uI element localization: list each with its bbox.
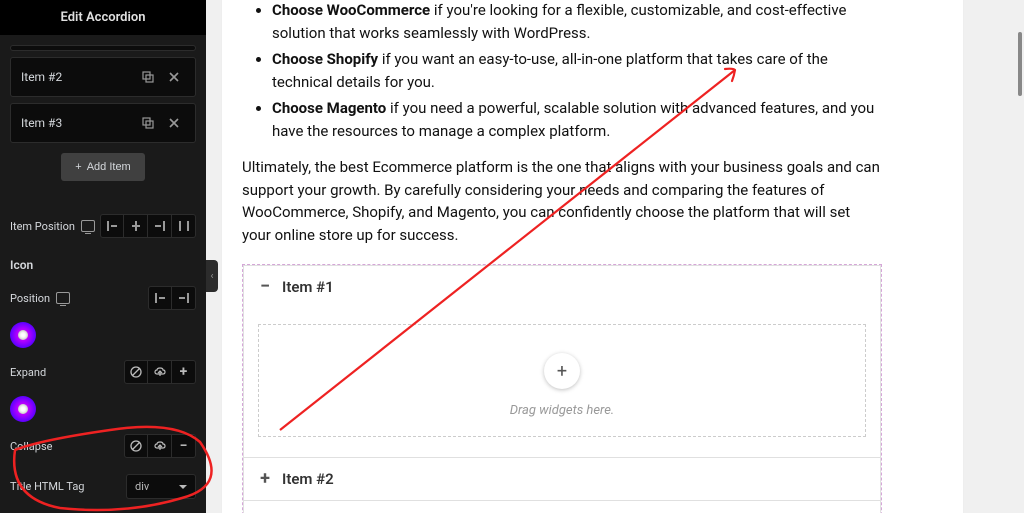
accordion-header[interactable]: + Item #3 bbox=[244, 501, 880, 513]
accordion-content: + Drag widgets here. bbox=[244, 308, 880, 457]
align-stretch-button[interactable] bbox=[172, 214, 196, 238]
item-row[interactable]: Item #2 bbox=[10, 57, 196, 97]
collapse-icon-control: Collapse − bbox=[0, 426, 206, 466]
item-position-label: Item Position bbox=[10, 220, 75, 233]
duplicate-icon[interactable] bbox=[137, 112, 159, 134]
item-row[interactable]: Item #3 bbox=[10, 103, 196, 143]
close-icon[interactable] bbox=[163, 66, 185, 88]
position-label: Position bbox=[10, 292, 50, 305]
accordion-title: Item #1 bbox=[282, 278, 334, 296]
list-item: Choose WooCommerce if you're looking for… bbox=[272, 0, 882, 44]
accordion-item: − Item #1 + Drag widgets here. bbox=[243, 265, 881, 457]
item-position-control: Item Position bbox=[0, 206, 206, 246]
plus-icon: + bbox=[75, 161, 81, 173]
article-content: Choose WooCommerce if you're looking for… bbox=[242, 0, 882, 246]
title-tag-select[interactable]: div bbox=[126, 474, 196, 499]
none-icon-button[interactable] bbox=[124, 360, 148, 384]
minus-icon: − bbox=[258, 278, 272, 296]
preview-area: Choose WooCommerce if you're looking for… bbox=[206, 0, 1024, 513]
item-label: Item #3 bbox=[21, 116, 62, 130]
accordion-header[interactable]: + Item #2 bbox=[244, 458, 880, 500]
title-tag-value: div bbox=[135, 480, 149, 493]
none-icon-button[interactable] bbox=[124, 434, 148, 458]
scrollbar-thumb[interactable] bbox=[1018, 32, 1022, 96]
accordion-widget[interactable]: − Item #1 + Drag widgets here. + Item #2 bbox=[242, 264, 882, 513]
icon-picker-collapse[interactable] bbox=[10, 396, 36, 422]
position-left-button[interactable] bbox=[148, 286, 172, 310]
icon-picker-expand[interactable] bbox=[10, 322, 36, 348]
accordion-title: Item #2 bbox=[282, 470, 334, 488]
faq-schema-control: FAQ Schema No bbox=[0, 507, 206, 513]
responsive-icon[interactable] bbox=[56, 292, 70, 304]
align-right-button[interactable] bbox=[148, 214, 172, 238]
collapse-sidebar-button[interactable]: ‹ bbox=[206, 260, 218, 292]
expand-icon-control: Expand + bbox=[0, 352, 206, 392]
accordion-header[interactable]: − Item #1 bbox=[244, 266, 880, 308]
widget-drop-zone[interactable]: + Drag widgets here. bbox=[258, 324, 866, 437]
icon-position-control: Position bbox=[0, 278, 206, 318]
collapse-label: Collapse bbox=[10, 440, 52, 453]
duplicate-icon[interactable] bbox=[137, 66, 159, 88]
sidebar-panel: Edit Accordion Item #2 Item #3 + Add Ite… bbox=[0, 0, 206, 513]
chevron-down-icon bbox=[179, 485, 187, 489]
sidebar-title: Edit Accordion bbox=[0, 0, 206, 35]
add-widget-button[interactable]: + bbox=[544, 353, 580, 389]
accordion-item: + Item #3 bbox=[243, 500, 881, 513]
upload-icon-button[interactable] bbox=[148, 434, 172, 458]
add-item-label: Add Item bbox=[87, 161, 131, 173]
upload-icon-button[interactable] bbox=[148, 360, 172, 384]
accordion-items-list: Item #2 Item #3 + Add Item bbox=[0, 35, 206, 206]
item-label: Item #2 bbox=[21, 70, 62, 84]
icon-section-label: Icon bbox=[0, 246, 206, 278]
title-tag-control: Title HTML Tag div bbox=[0, 466, 206, 507]
align-left-button[interactable] bbox=[100, 214, 124, 238]
list-item: Choose Magento if you need a powerful, s… bbox=[272, 97, 882, 142]
list-item: Choose Shopify if you want an easy-to-us… bbox=[272, 48, 882, 93]
align-center-button[interactable] bbox=[124, 214, 148, 238]
add-item-button[interactable]: + Add Item bbox=[61, 153, 144, 181]
position-right-button[interactable] bbox=[172, 286, 196, 310]
drop-hint: Drag widgets here. bbox=[259, 403, 865, 418]
accordion-item: + Item #2 bbox=[243, 457, 881, 500]
item-row[interactable] bbox=[10, 45, 196, 51]
plus-icon-button[interactable]: + bbox=[172, 360, 196, 384]
title-tag-label: Title HTML Tag bbox=[10, 480, 85, 493]
plus-icon: + bbox=[258, 470, 272, 488]
close-icon[interactable] bbox=[163, 112, 185, 134]
minus-icon-button[interactable]: − bbox=[172, 434, 196, 458]
responsive-icon[interactable] bbox=[81, 220, 95, 232]
expand-label: Expand bbox=[10, 366, 46, 379]
paragraph: Ultimately, the best Ecommerce platform … bbox=[242, 156, 882, 246]
